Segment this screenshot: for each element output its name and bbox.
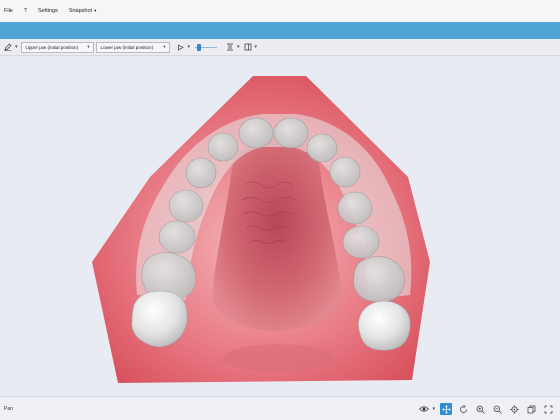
layout-menu-chevron[interactable]: ▾ [255, 44, 258, 50]
play-icon[interactable] [176, 42, 186, 52]
eye-icon[interactable] [418, 403, 430, 415]
playback-slider[interactable] [195, 42, 218, 52]
filter-icon[interactable] [225, 42, 235, 52]
eye-menu-chevron[interactable]: ▾ [432, 406, 435, 412]
status-mode-label: Pan [4, 405, 13, 412]
fullscreen-icon[interactable] [542, 403, 554, 415]
layout-icon[interactable] [243, 42, 253, 52]
lower-jaw-select-value: Lower jaw (initial position) [100, 44, 154, 50]
lower-jaw-select[interactable]: Lower jaw (initial position) ▾ [95, 41, 170, 53]
zoom-out-icon[interactable] [491, 403, 503, 415]
tooth-molar2-left [131, 290, 188, 348]
tooth-premolar2-right [342, 225, 380, 259]
3d-viewport[interactable] [0, 56, 560, 392]
target-icon[interactable] [508, 403, 520, 415]
tooth-molar1-right [353, 256, 405, 303]
copy-icon[interactable] [525, 403, 537, 415]
play-menu-chevron[interactable]: ▾ [188, 44, 191, 50]
tooth-premolar2-left [158, 220, 196, 254]
chevron-down-icon: ▾ [163, 44, 166, 49]
tooth-molar2-right [358, 300, 411, 351]
tooth-central-left [238, 117, 274, 149]
tooth-lateral-right [306, 133, 338, 163]
zoom-in-icon[interactable] [474, 403, 486, 415]
upper-jaw-select-value: Upper jaw (initial position) [25, 44, 79, 50]
pen-icon[interactable] [3, 42, 13, 52]
upper-jaw-select[interactable]: Upper jaw (initial position) ▾ [20, 41, 94, 53]
tooth-central-right [273, 117, 309, 149]
view-tools: ▾ [418, 403, 554, 415]
menu-file[interactable]: File [4, 8, 13, 14]
pen-menu-chevron[interactable]: ▾ [15, 44, 18, 50]
tooth-canine-right [329, 156, 361, 188]
header-banner [0, 22, 560, 39]
menu-snapshot[interactable]: Snapshot ▾ [69, 8, 97, 14]
rotate-icon[interactable] [457, 403, 469, 415]
chevron-down-icon: ▾ [94, 8, 97, 13]
pan-icon[interactable] [440, 403, 452, 415]
filter-menu-chevron[interactable]: ▾ [237, 44, 240, 50]
tooth-lateral-left [207, 132, 239, 162]
playback-slider-thumb[interactable] [196, 43, 201, 51]
dental-arch-model[interactable] [0, 56, 560, 392]
status-bar: Pan ▾ [0, 396, 560, 420]
menu-bar: File ? Settings Snapshot ▾ [0, 0, 560, 22]
tooth-canine-left [185, 157, 217, 189]
gum-shading [223, 344, 333, 372]
menu-help[interactable]: ? [24, 8, 27, 14]
tooth-premolar1-right [337, 191, 373, 225]
toolbar: ▾ Upper jaw (initial position) ▾ Lower j… [0, 39, 560, 56]
chevron-down-icon: ▾ [87, 44, 90, 49]
tooth-premolar1-left [168, 189, 204, 223]
menu-settings[interactable]: Settings [38, 8, 58, 14]
